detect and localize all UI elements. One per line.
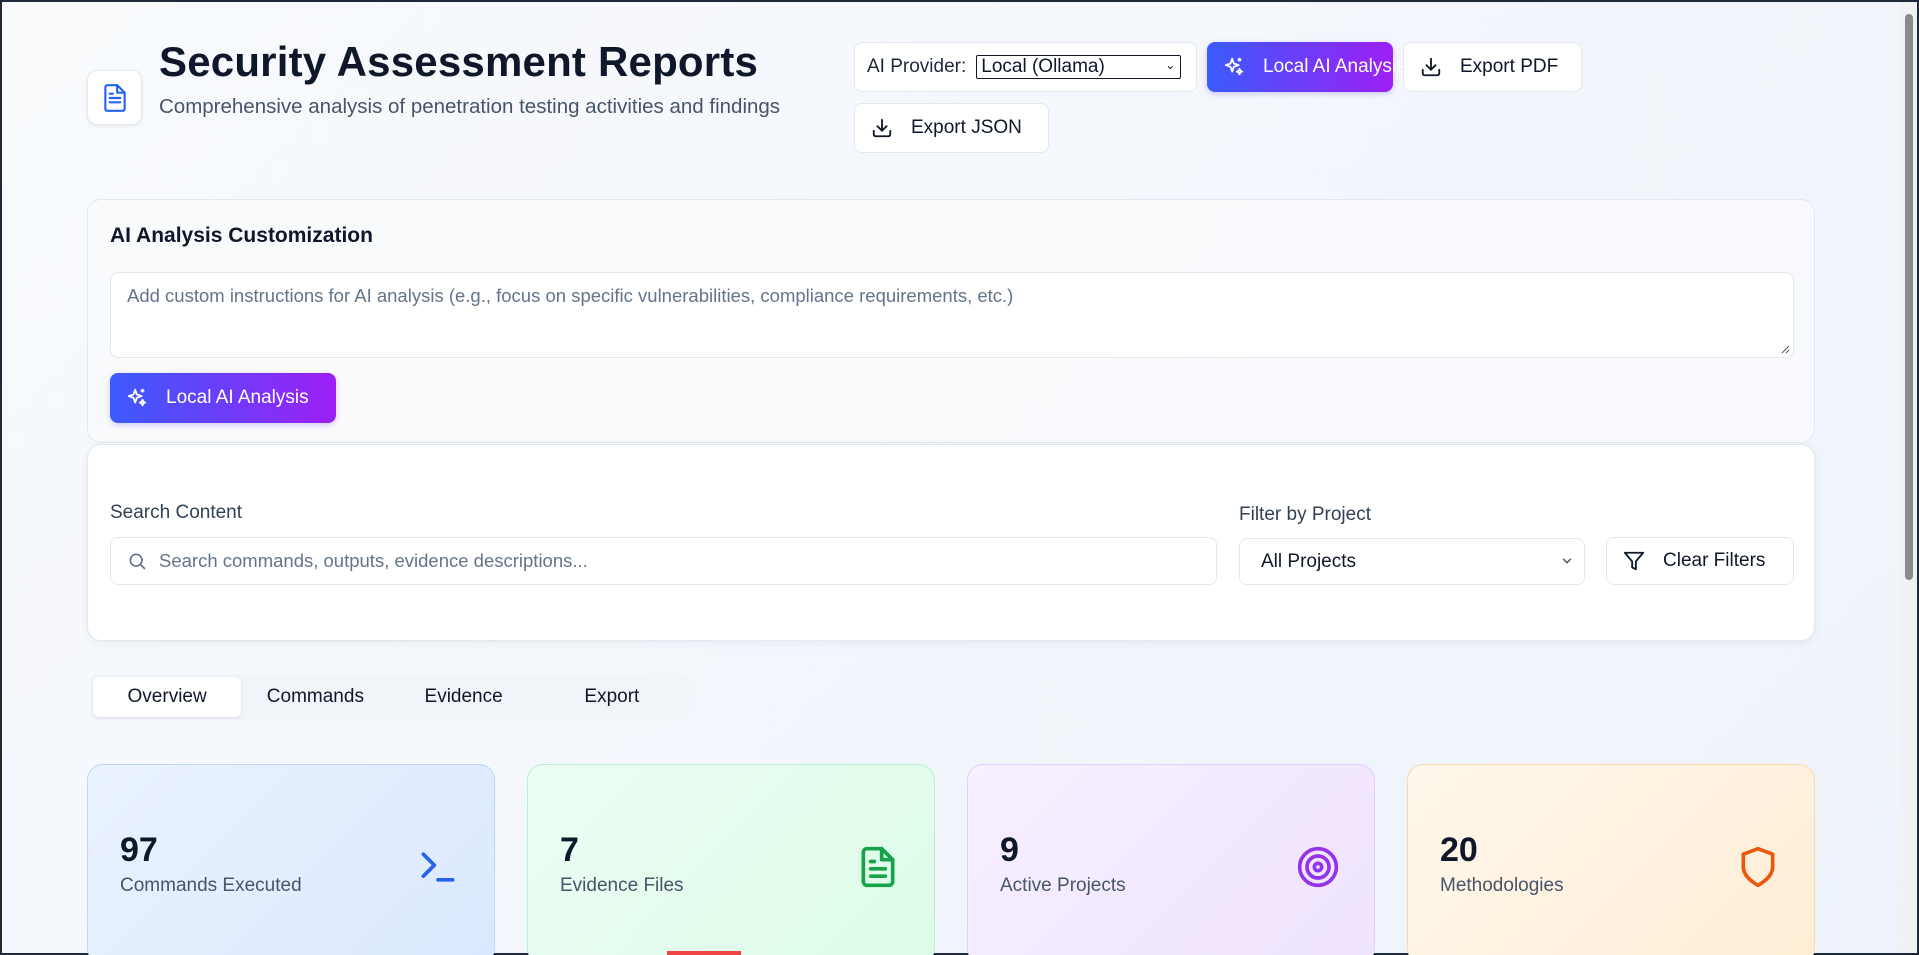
file-text-icon (861, 846, 895, 888)
ai-customization-card: AI Analysis Customization Add custom ins… (87, 199, 1815, 443)
stat-value: 7 (560, 831, 579, 869)
stat-card-evidence: 7 Evidence Files (527, 764, 935, 955)
tab-overview[interactable]: Overview (93, 677, 242, 717)
stat-value: 97 (120, 831, 158, 869)
local-ai-analysis-label: Local AI Analysis (1263, 56, 1406, 77)
ai-provider-value: Local (Ollama) (981, 56, 1105, 77)
download-icon (1420, 56, 1442, 78)
filter-icon (1623, 550, 1645, 572)
ai-instructions-placeholder: Add custom instructions for AI analysis … (127, 285, 1014, 306)
search-icon (129, 553, 146, 570)
ai-provider-select[interactable]: Local (Ollama) ⌄ (976, 55, 1182, 79)
stat-value: 9 (1000, 831, 1019, 869)
export-pdf-label: Export PDF (1460, 56, 1559, 77)
local-ai-analysis-secondary-button[interactable]: Local AI Analysis (110, 373, 336, 423)
clear-filters-button[interactable]: Clear Filters (1606, 537, 1794, 585)
page-title: Security Assessment Reports (159, 38, 759, 85)
search-input[interactable]: Search commands, outputs, evidence descr… (110, 537, 1217, 585)
tab-evidence[interactable]: Evidence (390, 677, 538, 717)
project-filter-value: All Projects (1261, 550, 1357, 572)
export-json-button[interactable]: Export JSON (854, 103, 1049, 153)
stat-label: Commands Executed (120, 875, 302, 896)
tab-commands[interactable]: Commands (241, 677, 389, 717)
stat-value: 20 (1440, 831, 1478, 869)
terminal-icon (421, 852, 455, 882)
clear-filters-label: Clear Filters (1663, 550, 1766, 571)
stat-card-projects: 9 Active Projects (967, 764, 1375, 955)
page-header: Security Assessment Reports Comprehensiv… (87, 38, 1815, 158)
export-json-label: Export JSON (911, 117, 1022, 138)
page-subtitle: Comprehensive analysis of penetration te… (159, 95, 781, 118)
project-filter-select[interactable]: All Projects (1239, 538, 1585, 585)
download-icon (871, 117, 893, 139)
page-scrollbar[interactable] (1901, 2, 1917, 953)
stat-card-commands: 97 Commands Executed (87, 764, 495, 955)
search-filter-card: Search Content Search commands, outputs,… (87, 444, 1815, 641)
ai-customization-title: AI Analysis Customization (110, 224, 373, 247)
stat-label: Active Projects (1000, 875, 1126, 896)
chevron-down-icon (1562, 558, 1572, 564)
ai-instructions-textarea[interactable]: Add custom instructions for AI analysis … (110, 272, 1794, 358)
sparkles-icon (1223, 56, 1245, 78)
progress-indicator (667, 951, 741, 955)
local-ai-analysis-button[interactable]: Local AI Analysis (1207, 42, 1406, 92)
document-icon (87, 70, 142, 125)
filter-by-project-label: Filter by Project (1239, 504, 1371, 525)
report-tabs: Overview Commands Evidence Export (90, 674, 689, 720)
ai-provider-label: AI Provider: (867, 56, 967, 77)
search-placeholder: Search commands, outputs, evidence descr… (159, 550, 588, 571)
chevron-down-icon: ⌄ (1165, 58, 1176, 72)
stat-card-methodologies: 20 Methodologies (1407, 764, 1815, 955)
search-content-label: Search Content (110, 502, 243, 523)
resize-handle-icon[interactable] (1780, 344, 1790, 354)
sparkles-icon (126, 387, 148, 409)
scrollbar-thumb[interactable] (1905, 14, 1913, 580)
stat-label: Methodologies (1440, 875, 1564, 896)
export-pdf-button[interactable]: Export PDF (1403, 42, 1582, 92)
local-ai-analysis-label: Local AI Analysis (166, 387, 309, 408)
ai-provider-control: AI Provider: Local (Ollama) ⌄ (854, 42, 1197, 92)
stat-label: Evidence Files (560, 875, 684, 896)
tab-export[interactable]: Export (538, 677, 686, 717)
target-icon (1297, 846, 1339, 888)
shield-icon (1741, 846, 1775, 888)
